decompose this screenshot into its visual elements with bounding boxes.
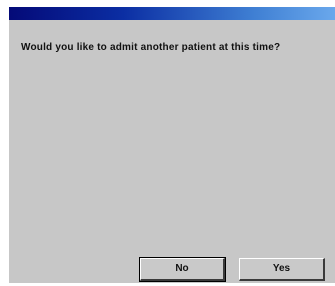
confirm-dialog: Would you like to admit another patient … <box>9 7 335 283</box>
no-button[interactable]: No <box>139 257 226 282</box>
title-bar[interactable] <box>9 7 335 20</box>
yes-button[interactable]: Yes <box>239 258 325 281</box>
dialog-message: Would you like to admit another patient … <box>21 42 281 53</box>
